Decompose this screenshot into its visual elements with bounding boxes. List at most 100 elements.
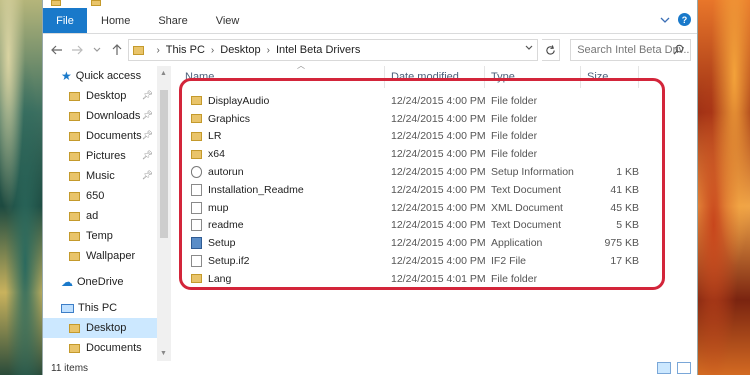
file-name: autorun bbox=[208, 166, 244, 179]
file-row[interactable]: x64 12/24/2015 4:00 PM File folder bbox=[171, 145, 697, 163]
file-date: 12/24/2015 4:00 PM bbox=[391, 130, 485, 143]
pin-icon[interactable]: 📌︎ bbox=[142, 150, 153, 161]
nav-item-temp[interactable]: Temp bbox=[43, 226, 157, 246]
status-bar: 11 items bbox=[43, 361, 697, 375]
column-name[interactable]: Name bbox=[171, 66, 385, 88]
file-row[interactable]: Setup 12/24/2015 4:00 PM Application 975 KB bbox=[171, 234, 697, 252]
quick-access-folder-icon[interactable] bbox=[91, 0, 101, 6]
file-row[interactable]: LR 12/24/2015 4:00 PM File folder bbox=[171, 128, 697, 146]
file-explorer-window: File Home Share View ? › This PC › Deskt… bbox=[42, 0, 698, 375]
title-bar[interactable] bbox=[43, 0, 697, 8]
pin-icon[interactable]: 📌︎ bbox=[142, 90, 153, 101]
file-date: 12/24/2015 4:01 PM bbox=[391, 272, 485, 285]
pin-icon[interactable]: 📌︎ bbox=[142, 130, 153, 141]
folder-icon bbox=[191, 96, 202, 106]
nav-pc-desktop[interactable]: Desktop bbox=[43, 318, 157, 338]
folder-icon bbox=[69, 231, 80, 241]
file-row[interactable]: readme 12/24/2015 4:00 PM Text Document 5 K… bbox=[171, 217, 697, 235]
search-input[interactable]: Search Intel Beta Driv... bbox=[570, 39, 691, 61]
file-date: 12/24/2015 4:00 PM bbox=[391, 166, 485, 179]
nav-item-pictures[interactable]: Pictures 📌︎ bbox=[43, 146, 157, 166]
tab-share[interactable]: Share bbox=[144, 8, 201, 33]
nav-scrollbar[interactable]: ▲ ▼ bbox=[157, 66, 171, 375]
view-toggle bbox=[657, 362, 691, 374]
refresh-button[interactable] bbox=[542, 39, 561, 61]
nav-this-pc[interactable]: This PC bbox=[43, 298, 157, 318]
file-name-cell[interactable]: DisplayAudio bbox=[171, 95, 385, 107]
scroll-thumb[interactable] bbox=[160, 90, 168, 238]
scroll-down-icon[interactable]: ▼ bbox=[160, 350, 167, 357]
file-date: 12/24/2015 4:00 PM bbox=[391, 148, 485, 161]
nav-label: Wallpaper bbox=[86, 250, 136, 262]
nav-item-ad[interactable]: ad bbox=[43, 206, 157, 226]
nav-item-desktop[interactable]: Desktop 📌︎ bbox=[43, 86, 157, 106]
tab-home[interactable]: Home bbox=[87, 8, 144, 33]
file-row[interactable]: Lang 12/24/2015 4:01 PM File folder bbox=[171, 270, 697, 288]
file-date: 12/24/2015 4:00 PM bbox=[391, 112, 485, 125]
breadcrumb-desktop[interactable]: Desktop bbox=[220, 44, 260, 56]
file-list: DisplayAudio 12/24/2015 4:00 PM File folde… bbox=[171, 88, 697, 288]
file-size: 41 KB bbox=[610, 183, 639, 196]
up-button[interactable] bbox=[109, 41, 125, 59]
breadcrumb-separator-icon[interactable]: › bbox=[156, 45, 159, 56]
large-icons-view-icon[interactable] bbox=[677, 362, 691, 374]
breadcrumb-separator-icon[interactable]: › bbox=[211, 45, 214, 56]
tab-file[interactable]: File bbox=[43, 8, 87, 33]
nav-item-650[interactable]: 650 bbox=[43, 186, 157, 206]
breadcrumb-separator-icon[interactable]: › bbox=[267, 45, 270, 56]
back-button[interactable] bbox=[49, 41, 65, 59]
column-date-modified[interactable]: Date modified bbox=[385, 66, 485, 88]
file-name-cell[interactable]: x64 bbox=[171, 148, 385, 160]
breadcrumb-intel-beta-drivers[interactable]: Intel Beta Drivers bbox=[276, 44, 360, 56]
file-type: File folder bbox=[491, 272, 538, 285]
expand-ribbon-icon[interactable] bbox=[660, 16, 670, 24]
arrow-up-icon bbox=[112, 44, 121, 55]
folder-icon bbox=[69, 151, 80, 161]
details-view-icon[interactable] bbox=[657, 362, 671, 374]
application-icon bbox=[191, 237, 202, 250]
recent-locations-button[interactable] bbox=[89, 41, 105, 59]
nav-pc-documents[interactable]: Documents bbox=[43, 338, 157, 358]
file-row[interactable]: DisplayAudio 12/24/2015 4:00 PM File folde… bbox=[171, 92, 697, 110]
nav-item-wallpaper[interactable]: Wallpaper bbox=[43, 246, 157, 266]
file-name-cell[interactable]: mup bbox=[171, 201, 385, 214]
forward-button[interactable] bbox=[69, 41, 85, 59]
nav-onedrive[interactable]: ☁ OneDrive bbox=[43, 272, 157, 292]
nav-item-music[interactable]: Music 📌︎ bbox=[43, 166, 157, 186]
folder-icon bbox=[69, 191, 80, 201]
column-type[interactable]: Type bbox=[485, 66, 581, 88]
breadcrumb-this-pc[interactable]: This PC bbox=[166, 44, 205, 56]
nav-label: Desktop bbox=[86, 90, 127, 102]
file-name-cell[interactable]: Setup bbox=[171, 237, 385, 250]
file-name: Setup.if2 bbox=[208, 255, 250, 268]
help-icon[interactable]: ? bbox=[678, 13, 691, 26]
file-date: 12/24/2015 4:00 PM bbox=[391, 201, 485, 214]
file-type: XML Document bbox=[491, 201, 563, 214]
pin-icon[interactable]: 📌︎ bbox=[142, 170, 153, 181]
file-row[interactable]: Installation_Readme 12/24/2015 4:00 PM Tex… bbox=[171, 181, 697, 199]
chevron-down-icon[interactable] bbox=[525, 43, 533, 53]
file-row[interactable]: Graphics 12/24/2015 4:00 PM File folder bbox=[171, 110, 697, 128]
address-bar[interactable]: › This PC › Desktop › Intel Beta Drivers bbox=[128, 39, 539, 61]
pin-icon[interactable]: 📌︎ bbox=[142, 110, 153, 121]
nav-item-documents[interactable]: Documents 📌︎ bbox=[43, 126, 157, 146]
cloud-icon: ☁ bbox=[61, 275, 73, 289]
file-row[interactable]: Setup.if2 12/24/2015 4:00 PM IF2 File 17 KB bbox=[171, 252, 697, 270]
nav-quick-access[interactable]: ★ Quick access bbox=[43, 66, 157, 86]
file-name-cell[interactable]: Installation_Readme bbox=[171, 183, 385, 196]
file-row[interactable]: mup 12/24/2015 4:00 PM XML Document 45 KB bbox=[171, 199, 697, 217]
file-name-cell[interactable]: Setup.if2 bbox=[171, 255, 385, 268]
file-row[interactable]: autorun 12/24/2015 4:00 PM Setup Informati… bbox=[171, 163, 697, 181]
file-name-cell[interactable]: readme bbox=[171, 219, 385, 232]
file-type: File folder bbox=[491, 148, 538, 161]
nav-label: Pictures bbox=[86, 150, 126, 162]
file-type: File folder bbox=[491, 94, 538, 107]
nav-item-downloads[interactable]: Downloads 📌︎ bbox=[43, 106, 157, 126]
file-name-cell[interactable]: autorun bbox=[171, 166, 385, 179]
file-name-cell[interactable]: Graphics bbox=[171, 113, 385, 125]
file-name-cell[interactable]: LR bbox=[171, 130, 385, 142]
file-name-cell[interactable]: Lang bbox=[171, 273, 385, 285]
scroll-up-icon[interactable]: ▲ bbox=[160, 70, 167, 77]
column-size[interactable]: Size bbox=[581, 66, 639, 88]
tab-view[interactable]: View bbox=[202, 8, 254, 33]
